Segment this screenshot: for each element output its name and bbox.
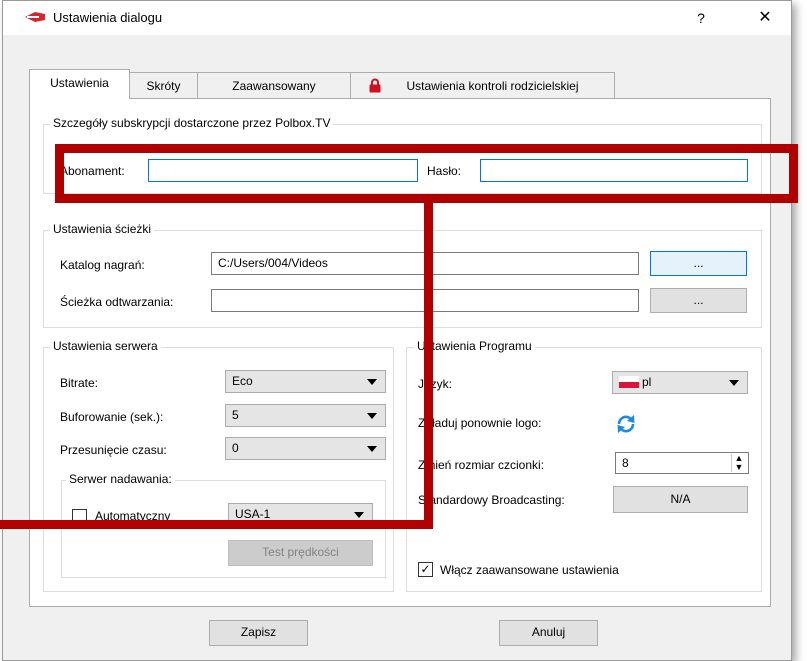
refresh-icon[interactable] [615, 413, 637, 435]
playback-browse-button[interactable]: ... [650, 288, 747, 313]
tab-zaawansowany[interactable]: Zaawansowany [197, 72, 351, 98]
lock-icon [369, 78, 381, 93]
window-title: Ustawienia dialogu [53, 10, 163, 25]
server-group-title: Ustawienia serwera [50, 339, 161, 353]
buffer-label: Buforowanie (sek.): [60, 410, 164, 424]
subscription-group-title: Szczegóły subskrypcji dostarczone przez … [50, 116, 334, 130]
broadcasting-label: Standardowy Broadcasting: [418, 493, 565, 507]
annotation-connector-line [424, 203, 433, 529]
help-button[interactable]: ? [681, 5, 721, 31]
timeshift-value: 0 [232, 441, 239, 455]
timeshift-select[interactable]: 0 [225, 437, 386, 460]
chevron-down-icon [367, 413, 377, 419]
annotation-connector-line [0, 520, 433, 529]
cancel-button[interactable]: Anuluj [499, 620, 598, 646]
buffer-select[interactable]: 5 [225, 404, 386, 427]
title-bar: Ustawienia dialogu ? ✕ [3, 1, 791, 35]
bitrate-select[interactable]: Eco [225, 370, 386, 393]
server-value: USA-1 [235, 507, 271, 521]
chevron-down-icon [729, 380, 739, 386]
bitrate-label: Bitrate: [60, 376, 99, 390]
font-size-spinner[interactable]: 8 ▲ ▼ [615, 452, 749, 474]
paths-group [43, 230, 762, 328]
save-button[interactable]: Zapisz [209, 620, 308, 646]
language-select[interactable]: pl [612, 371, 748, 394]
chevron-down-icon [367, 379, 377, 385]
app-logo-icon [25, 12, 45, 22]
tab-ustawienia[interactable]: Ustawienia [29, 69, 130, 99]
paths-group-title: Ustawienia ścieżki [50, 222, 155, 236]
font-size-value: 8 [622, 456, 629, 470]
playback-label: Ścieżka odtwarzania: [60, 295, 174, 309]
font-size-label: Zmień rozmiar czcionki: [418, 458, 545, 472]
recordings-label: Katalog nagrań: [60, 258, 145, 272]
speed-test-button[interactable]: Test prędkości [228, 540, 373, 566]
advanced-settings-label: Włącz zaawansowane ustawienia [440, 563, 619, 577]
tab-parental-control-label: Ustawienia kontroli rodzicielskiej [406, 79, 579, 93]
recordings-browse-button[interactable]: ... [650, 251, 747, 276]
close-button[interactable]: ✕ [743, 5, 787, 31]
advanced-settings-checkbox[interactable]: ✓ [418, 562, 433, 577]
bitrate-value: Eco [232, 374, 253, 388]
tab-parental-control[interactable]: Ustawienia kontroli rodzicielskiej [350, 72, 615, 98]
language-value: pl [642, 375, 652, 389]
annotation-highlight-box [55, 144, 798, 203]
reload-logo-label: Załaduj ponownie logo: [418, 416, 542, 430]
broadcasting-button[interactable]: N/A [613, 486, 748, 513]
spin-arrows-icon[interactable]: ▲ ▼ [731, 454, 746, 472]
timeshift-label: Przesunięcie czasu: [60, 443, 167, 457]
buffer-value: 5 [232, 408, 239, 422]
chevron-down-icon [354, 512, 364, 518]
chevron-down-icon [367, 446, 377, 452]
tab-skroty[interactable]: Skróty [129, 72, 198, 98]
broadcast-server-group-title: Serwer nadawania: [66, 472, 175, 486]
poland-flag-icon [619, 375, 639, 388]
